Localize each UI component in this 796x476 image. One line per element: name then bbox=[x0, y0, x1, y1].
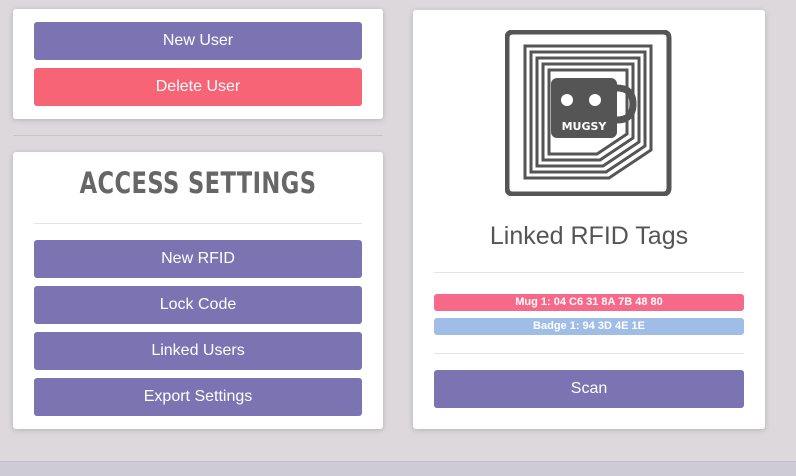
access-settings-title: ACCESS SETTINGS bbox=[79, 166, 317, 200]
access-settings-divider bbox=[34, 223, 362, 224]
new-rfid-button[interactable]: New RFID bbox=[34, 240, 362, 278]
new-user-button[interactable]: New User bbox=[34, 22, 362, 60]
section-divider bbox=[13, 135, 383, 136]
bottom-bar bbox=[0, 461, 796, 476]
mugsy-logo-text: MUGSY bbox=[562, 120, 608, 133]
linked-users-button[interactable]: Linked Users bbox=[34, 332, 362, 370]
rfid-tags-card: MUGSY Linked RFID Tags Mug 1: 04 C6 31 8… bbox=[413, 10, 765, 429]
rfid-tag-mug-1[interactable]: Mug 1: 04 C6 31 8A 7B 48 80 bbox=[434, 294, 744, 311]
rfid-tags-divider bbox=[434, 353, 744, 354]
lock-code-button[interactable]: Lock Code bbox=[34, 286, 362, 324]
linked-rfid-tags-title: Linked RFID Tags bbox=[489, 222, 689, 250]
rfid-title-divider bbox=[434, 272, 744, 273]
rfid-tag-badge-1[interactable]: Badge 1: 94 3D 4E 1E bbox=[434, 318, 744, 335]
scan-button[interactable]: Scan bbox=[434, 370, 744, 408]
delete-user-button[interactable]: Delete User bbox=[34, 68, 362, 106]
user-card: New User Delete User bbox=[13, 9, 383, 119]
rfid-mug-icon: MUGSY bbox=[505, 30, 672, 196]
access-settings-card: ACCESS SETTINGS New RFID Lock Code Linke… bbox=[13, 152, 383, 429]
export-settings-button[interactable]: Export Settings bbox=[34, 378, 362, 416]
